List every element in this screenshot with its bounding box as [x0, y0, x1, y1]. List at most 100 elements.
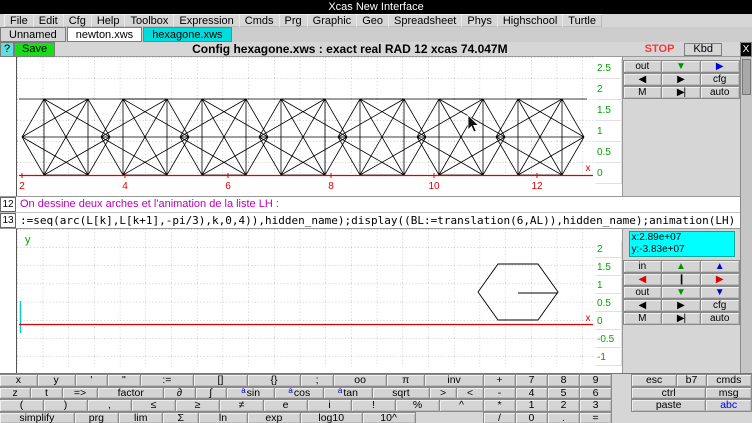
key[interactable]: :=: [140, 374, 195, 387]
key[interactable]: 0: [515, 412, 548, 423]
key[interactable]: 2: [547, 399, 580, 412]
key[interactable]: .: [547, 412, 580, 423]
menu-expression[interactable]: Expression: [173, 14, 239, 27]
menu-geo[interactable]: Geo: [356, 14, 389, 27]
key[interactable]: 9: [579, 374, 612, 387]
graph1-canvas[interactable]: 2 4 6 8 10 12 x: [17, 57, 595, 196]
line-number[interactable]: 12: [0, 197, 16, 212]
pan-right-button[interactable]: ▶: [661, 299, 701, 312]
menu-toolbox[interactable]: Toolbox: [124, 14, 174, 27]
key[interactable]: 5: [547, 387, 580, 400]
key[interactable]: log10: [300, 412, 363, 423]
msg-key[interactable]: msg: [705, 387, 752, 400]
save-button[interactable]: Save: [14, 42, 55, 57]
key[interactable]: ): [43, 399, 88, 412]
key[interactable]: *: [483, 399, 516, 412]
vertical-scrollbar[interactable]: [740, 57, 752, 373]
key[interactable]: e: [263, 399, 308, 412]
graph-config-button[interactable]: cfg: [700, 73, 740, 86]
scroll-down-icon[interactable]: ▼: [661, 286, 701, 299]
pan-left-button[interactable]: ◀: [623, 299, 663, 312]
key[interactable]: ∫: [195, 387, 227, 400]
key[interactable]: -: [483, 387, 516, 400]
menu-highschool[interactable]: Highschool: [497, 14, 563, 27]
comment-text[interactable]: On dessine deux arches et l'animation de…: [16, 197, 279, 212]
key[interactable]: >: [429, 387, 457, 400]
help-button[interactable]: ?: [0, 42, 14, 57]
tab-hexagone-active[interactable]: hexagone.xws: [143, 27, 231, 42]
pan-right-button[interactable]: ▶: [661, 73, 701, 86]
key[interactable]: <: [456, 387, 484, 400]
key[interactable]: (: [0, 399, 44, 412]
key[interactable]: +: [483, 374, 516, 387]
line-number[interactable]: 13: [0, 213, 16, 228]
zoom-in-button[interactable]: in: [623, 260, 663, 273]
menu-graphic[interactable]: Graphic: [307, 14, 358, 27]
key[interactable]: prg: [74, 412, 119, 423]
graph-menu-button[interactable]: M: [623, 312, 663, 325]
menu-cfg[interactable]: Cfg: [63, 14, 92, 27]
menu-help[interactable]: Help: [91, 14, 126, 27]
key[interactable]: atan: [323, 387, 373, 400]
key[interactable]: ,: [87, 399, 132, 412]
key[interactable]: ln: [198, 412, 248, 423]
key[interactable]: 10^: [362, 412, 416, 423]
scrollbar-thumb[interactable]: [742, 59, 751, 95]
animate-button[interactable]: ▶|: [661, 312, 701, 325]
key[interactable]: y: [37, 374, 76, 387]
key[interactable]: 6: [579, 387, 612, 400]
key[interactable]: Σ: [162, 412, 199, 423]
paste-key[interactable]: paste: [631, 399, 706, 412]
key[interactable]: !: [351, 399, 396, 412]
key[interactable]: inv: [424, 374, 484, 387]
key[interactable]: /: [483, 412, 516, 423]
menu-file[interactable]: File: [4, 14, 34, 27]
key[interactable]: t: [30, 387, 62, 400]
key[interactable]: i: [307, 399, 352, 412]
key[interactable]: ": [107, 374, 141, 387]
tab-newton[interactable]: newton.xws: [67, 27, 142, 42]
key[interactable]: ≤: [131, 399, 176, 412]
scroll-right-icon[interactable]: ▶: [700, 60, 740, 73]
zoom-out-button[interactable]: out: [623, 286, 663, 299]
key[interactable]: 8: [547, 374, 580, 387]
key[interactable]: 3: [579, 399, 612, 412]
key[interactable]: z: [0, 387, 31, 400]
kbd-toggle-button[interactable]: Kbd: [684, 43, 722, 56]
key[interactable]: simplify: [0, 412, 75, 423]
key[interactable]: ≠: [219, 399, 264, 412]
menu-spreadsheet[interactable]: Spreadsheet: [388, 14, 462, 27]
key[interactable]: acos: [274, 387, 324, 400]
key[interactable]: x: [0, 374, 38, 387]
pan-left-button[interactable]: ◀: [623, 73, 663, 86]
autoscale-button[interactable]: auto: [700, 86, 740, 99]
abc-key[interactable]: abc: [705, 399, 752, 412]
key[interactable]: oo: [333, 374, 388, 387]
forward-button[interactable]: ▶: [700, 273, 740, 286]
key[interactable]: ': [75, 374, 109, 387]
key[interactable]: []: [193, 374, 248, 387]
graph2-canvas[interactable]: x y: [17, 229, 595, 374]
stop-button[interactable]: STOP: [645, 43, 675, 55]
key[interactable]: exp: [247, 412, 301, 423]
esc-key[interactable]: esc: [631, 374, 677, 387]
scroll-down-icon[interactable]: ▼: [661, 60, 701, 73]
key[interactable]: ;: [300, 374, 334, 387]
scroll-down-icon[interactable]: ▼: [700, 286, 740, 299]
scroll-up-icon[interactable]: ▲: [700, 260, 740, 273]
key[interactable]: {}: [247, 374, 302, 387]
menu-turtle[interactable]: Turtle: [562, 14, 602, 27]
close-session-button[interactable]: X: [740, 42, 752, 57]
autoscale-button[interactable]: auto: [700, 312, 740, 325]
key[interactable]: sqrt: [372, 387, 430, 400]
key[interactable]: ∂: [163, 387, 195, 400]
session-config-title[interactable]: Config hexagone.xws : exact real RAD 12 …: [55, 42, 645, 56]
key[interactable]: factor: [97, 387, 164, 400]
key[interactable]: =>: [62, 387, 99, 400]
graph-config-button[interactable]: cfg: [700, 299, 740, 312]
menu-prg[interactable]: Prg: [279, 14, 308, 27]
key[interactable]: π: [386, 374, 425, 387]
key[interactable]: asin: [226, 387, 276, 400]
key[interactable]: lim: [118, 412, 163, 423]
key[interactable]: 1: [515, 399, 548, 412]
